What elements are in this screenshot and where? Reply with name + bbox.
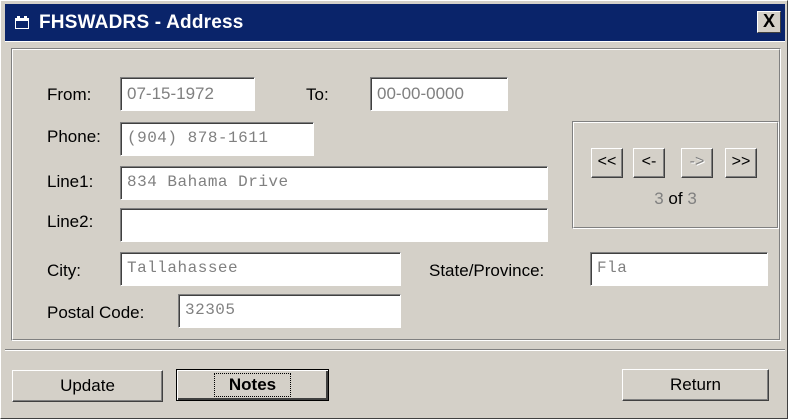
address-panel: From: 07-15-1972 To: 00-00-0000 Phone: (… — [11, 48, 781, 341]
last-record-label: >> — [731, 153, 751, 170]
city-field[interactable]: Tallahassee — [120, 252, 401, 286]
first-record-label: << — [597, 153, 617, 170]
address-panel-inner: From: 07-15-1972 To: 00-00-0000 Phone: (… — [12, 49, 780, 340]
app-window-icon — [15, 16, 29, 29]
from-date-field[interactable]: 07-15-1972 — [120, 77, 255, 111]
last-record-button[interactable]: >> — [725, 148, 757, 178]
current-record-number: 3 — [654, 189, 664, 208]
first-record-button[interactable]: << — [591, 148, 623, 178]
window-title: FHSWADRS - Address — [39, 12, 244, 33]
postal-code-label: Postal Code: — [47, 303, 145, 322]
close-button[interactable]: X — [757, 11, 781, 33]
phone-field[interactable]: (904) 878-1611 — [120, 122, 314, 156]
button-bar-divider — [5, 349, 785, 351]
state-province-label: State/Province: — [429, 261, 545, 280]
update-button-label: Update — [60, 376, 115, 395]
to-label: To: — [306, 85, 329, 104]
line2-field[interactable] — [120, 208, 548, 242]
return-button-label: Return — [669, 375, 722, 394]
close-icon: X — [762, 11, 775, 31]
to-date-field[interactable]: 00-00-0000 — [370, 77, 508, 111]
title-bar[interactable]: FHSWADRS - Address X — [5, 4, 785, 41]
from-label: From: — [47, 85, 92, 104]
city-label: City: — [47, 261, 81, 280]
postal-code-field[interactable]: 32305 — [178, 294, 401, 328]
previous-record-button[interactable]: <- — [633, 148, 665, 178]
notes-button-label: Notes — [213, 373, 292, 397]
total-record-number: 3 — [687, 189, 697, 208]
notes-button[interactable]: Notes — [176, 369, 329, 401]
phone-label: Phone: — [47, 127, 101, 146]
line2-label: Line2: — [47, 212, 94, 231]
record-counter: 3 of 3 — [574, 189, 777, 209]
next-record-label: -> — [689, 153, 705, 170]
return-button[interactable]: Return — [622, 369, 769, 401]
update-button[interactable]: Update — [12, 370, 163, 402]
record-navigator: << <- -> >> 3 of 3 — [572, 121, 779, 229]
state-province-field[interactable]: Fla — [590, 252, 768, 286]
previous-record-label: <- — [641, 153, 657, 170]
record-navigator-inner: << <- -> >> 3 of 3 — [573, 122, 778, 228]
address-window: FHSWADRS - Address X From: 07-15-1972 To… — [0, 0, 788, 419]
next-record-button[interactable]: -> — [681, 148, 713, 178]
line1-label: Line1: — [47, 172, 94, 191]
line1-field[interactable]: 834 Bahama Drive — [120, 166, 548, 200]
record-of-label: of — [668, 189, 683, 208]
